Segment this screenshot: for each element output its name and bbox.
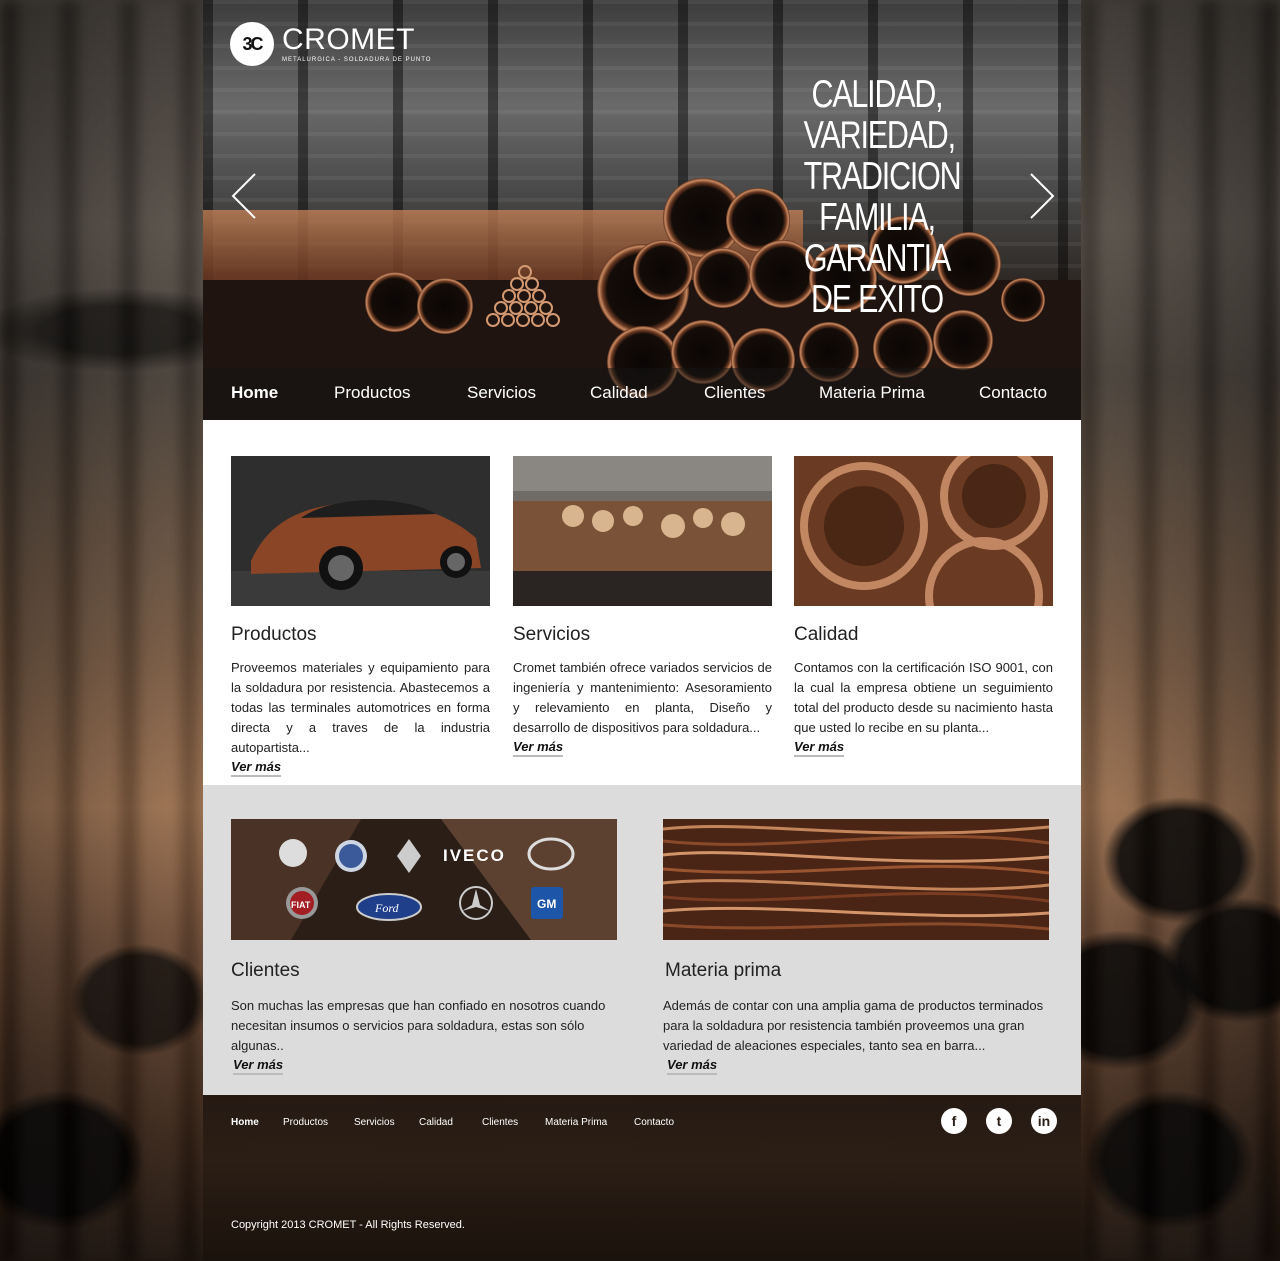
ver-mas-link[interactable]: Ver más (513, 739, 564, 757)
servicios-bars-image (513, 456, 772, 606)
materia-prima-block: Materia prima Además de contar con una a… (663, 819, 1049, 1075)
page: 3C CROMET METALURGICA - SOLDADURA DE PUN… (203, 0, 1081, 1261)
footer-nav-contacto[interactable]: Contacto (634, 1117, 674, 1128)
client-logos-image: IVECO FIAT Ford GM (231, 819, 617, 940)
brand-name: CROMET (282, 23, 415, 56)
feature-text: Contamos con la certificación ISO 9001, … (794, 660, 1053, 735)
ver-mas-link[interactable]: Ver más (794, 739, 845, 757)
feature-title: Calidad (794, 624, 859, 645)
feature-card-servicios: Servicios Cromet también ofrece variados… (513, 456, 772, 757)
nav-contacto[interactable]: Contacto (979, 383, 1047, 403)
nav-clientes[interactable]: Clientes (704, 383, 765, 403)
ver-mas-link[interactable]: Ver más (667, 1057, 718, 1075)
feature-text: Proveemos materiales y equipamiento para… (231, 660, 490, 755)
feature-title: Servicios (513, 624, 591, 645)
iveco-logo-text: IVECO (443, 846, 506, 865)
feature-title: Productos (231, 624, 317, 645)
footer-nav-calidad[interactable]: Calidad (419, 1117, 453, 1128)
hero-slogan: CALIDAD, VARIEDAD, TRADICION FAMILIA, GA… (803, 73, 962, 321)
materia-prima-title: Materia prima (665, 960, 782, 981)
slider-prev-arrow-icon[interactable] (229, 172, 259, 220)
twitter-icon[interactable]: t (986, 1108, 1012, 1134)
feature-card-productos: Productos Proveemos materiales y equipam… (231, 456, 490, 777)
footer-nav-servicios[interactable]: Servicios (354, 1117, 395, 1128)
ver-mas-link[interactable]: Ver más (233, 1057, 284, 1075)
logo-mark-icon: 3C (230, 22, 274, 66)
fiat-logo-text: FIAT (291, 900, 311, 910)
linkedin-icon[interactable]: in (1031, 1108, 1057, 1134)
features-section: Productos Proveemos materiales y equipam… (203, 420, 1081, 785)
nav-servicios[interactable]: Servicios (467, 383, 536, 403)
footer: Home Productos Servicios Calidad Cliente… (203, 1095, 1081, 1261)
footer-nav-clientes[interactable]: Clientes (482, 1117, 518, 1128)
productos-car-image (231, 456, 490, 606)
feature-card-calidad: Calidad Contamos con la certificación IS… (794, 456, 1053, 757)
clientes-text: Son muchas las empresas que han confiado… (231, 998, 606, 1053)
clientes-block: IVECO FIAT Ford GM Clientes Son muchas l… (231, 819, 617, 1075)
hero-slider: 3C CROMET METALURGICA - SOLDADURA DE PUN… (203, 0, 1081, 420)
nav-calidad[interactable]: Calidad (590, 383, 648, 403)
cromet-logo[interactable]: 3C CROMET METALURGICA - SOLDADURA DE PUN… (230, 22, 431, 66)
clients-materials-section: IVECO FIAT Ford GM Clientes Son muchas l… (203, 785, 1081, 1095)
clientes-title: Clientes (231, 960, 300, 981)
footer-nav-home[interactable]: Home (231, 1117, 259, 1128)
ford-logo-text: Ford (374, 901, 400, 915)
slider-next-arrow-icon[interactable] (1027, 172, 1057, 220)
nav-home[interactable]: Home (231, 383, 278, 403)
main-nav: Home Productos Servicios Calidad Cliente… (203, 368, 1081, 420)
feature-text: Cromet también ofrece variados servicios… (513, 660, 772, 735)
nav-materia-prima[interactable]: Materia Prima (819, 383, 925, 403)
footer-nav-materia-prima[interactable]: Materia Prima (545, 1117, 607, 1128)
calidad-tubes-image (794, 456, 1053, 606)
materia-prima-text: Además de contar con una amplia gama de … (663, 998, 1044, 1053)
footer-nav-productos[interactable]: Productos (283, 1117, 328, 1128)
copyright: Copyright 2013 CROMET - All Rights Reser… (231, 1219, 465, 1231)
gm-logo-text: GM (537, 897, 556, 911)
brand-tagline: METALURGICA - SOLDADURA DE PUNTO (282, 57, 432, 63)
copper-wire-image (663, 819, 1049, 940)
nav-productos[interactable]: Productos (334, 383, 411, 403)
facebook-icon[interactable]: f (941, 1108, 967, 1134)
ver-mas-link[interactable]: Ver más (231, 759, 282, 777)
